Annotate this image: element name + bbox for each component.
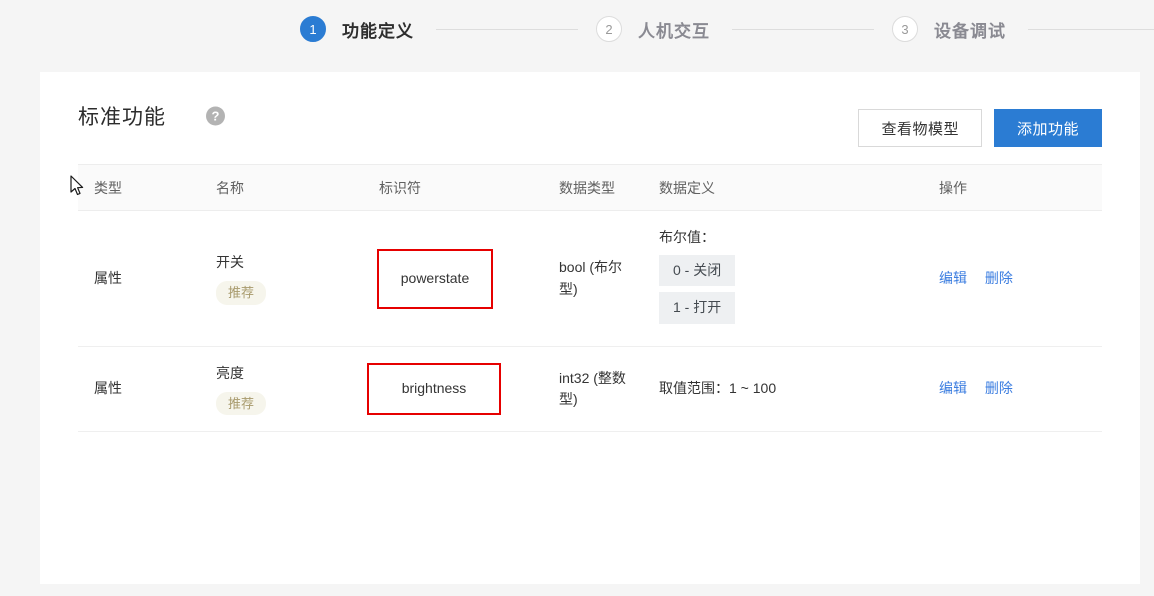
identifier-highlight-box: brightness (367, 363, 501, 416)
table-row: 属性 亮度 推荐 brightness int32 (整数型) 取值范围：1 ~… (78, 347, 1102, 432)
cell-data-definition: 布尔值： 0 - 关闭 1 - 打开 (643, 211, 923, 347)
table-row: 属性 开关 推荐 powerstate bool (布尔型) 布尔值： 0 - … (78, 211, 1102, 347)
cell-identifier: brightness (363, 347, 543, 432)
cell-name: 亮度 推荐 (200, 347, 363, 432)
definition-label: 布尔值： (659, 229, 715, 245)
edit-link[interactable]: 编辑 (939, 270, 967, 286)
column-header-name: 名称 (216, 179, 244, 196)
status-badge: 推荐 (216, 281, 267, 305)
step-connector-2 (732, 28, 874, 30)
step-3-number: 3 (892, 16, 918, 42)
step-1-number: 1 (300, 16, 326, 42)
cell-name: 开关 推荐 (200, 211, 363, 347)
header-actions: 查看物模型 添加功能 (858, 109, 1102, 147)
step-2-human-machine-interaction[interactable]: 2 人机交互 (596, 16, 710, 42)
column-header-data-def: 数据定义 (659, 179, 715, 196)
step-1-label: 功能定义 (342, 21, 414, 41)
cell-type: 属性 (94, 269, 122, 286)
cell-data-definition: 取值范围：1 ~ 100 (643, 347, 923, 432)
column-header-data-type: 数据类型 (559, 179, 615, 196)
identifier-highlight-box: powerstate (377, 248, 493, 309)
column-header-operation: 操作 (939, 179, 967, 196)
enum-chip-0-wrapper: 0 - 关闭 (659, 254, 907, 293)
question-mark-icon[interactable]: ? (206, 106, 225, 126)
delete-link[interactable]: 删除 (985, 270, 1013, 286)
enum-chip: 1 - 打开 (659, 292, 736, 325)
step-1-function-definition[interactable]: 1 功能定义 (300, 16, 414, 42)
page-title: 标准功能 (78, 106, 166, 129)
step-3-device-debugging[interactable]: 3 设备调试 (892, 16, 1006, 42)
view-thing-model-button[interactable]: 查看物模型 (858, 109, 982, 147)
step-2-number: 2 (596, 16, 622, 42)
cell-data-type: int32 (整数型) (559, 369, 626, 408)
column-header-type: 类型 (94, 179, 122, 196)
cell-data-type: bool (布尔型) (559, 258, 623, 297)
identifier-value: brightness (401, 380, 467, 397)
step-connector-3 (1028, 28, 1154, 30)
step-3-label: 设备调试 (934, 21, 1006, 41)
feature-name: 亮度 (216, 365, 244, 382)
standard-features-card: 标准功能 ? 查看物模型 添加功能 类型 名称 标识符 数据类型 数据定义 操作… (40, 72, 1140, 584)
table-header-row: 类型 名称 标识符 数据类型 数据定义 操作 (78, 164, 1102, 211)
identifier-value: powerstate (400, 269, 470, 286)
card-header: 标准功能 ? 查看物模型 添加功能 (40, 72, 1140, 164)
enum-chip-1-wrapper: 1 - 打开 (659, 292, 907, 330)
progress-steps: 1 功能定义 2 人机交互 3 设备调试 4 (0, 0, 1154, 58)
cell-identifier: powerstate (363, 211, 543, 347)
cell-type: 属性 (94, 380, 122, 397)
step-2-label: 人机交互 (638, 21, 710, 41)
features-table: 类型 名称 标识符 数据类型 数据定义 操作 属性 开关 推荐 powersta… (78, 164, 1102, 432)
step-connector-1 (436, 28, 578, 30)
delete-link[interactable]: 删除 (985, 380, 1013, 396)
status-badge: 推荐 (216, 391, 267, 416)
feature-name: 开关 (216, 254, 244, 271)
edit-link[interactable]: 编辑 (939, 380, 967, 396)
enum-chip: 0 - 关闭 (659, 254, 736, 287)
cell-operations: 编辑 删除 (923, 211, 1102, 347)
definition-range: 取值范围：1 ~ 100 (659, 380, 777, 397)
column-header-identifier: 标识符 (379, 179, 421, 196)
cell-operations: 编辑 删除 (923, 347, 1102, 432)
add-feature-button[interactable]: 添加功能 (993, 109, 1102, 147)
